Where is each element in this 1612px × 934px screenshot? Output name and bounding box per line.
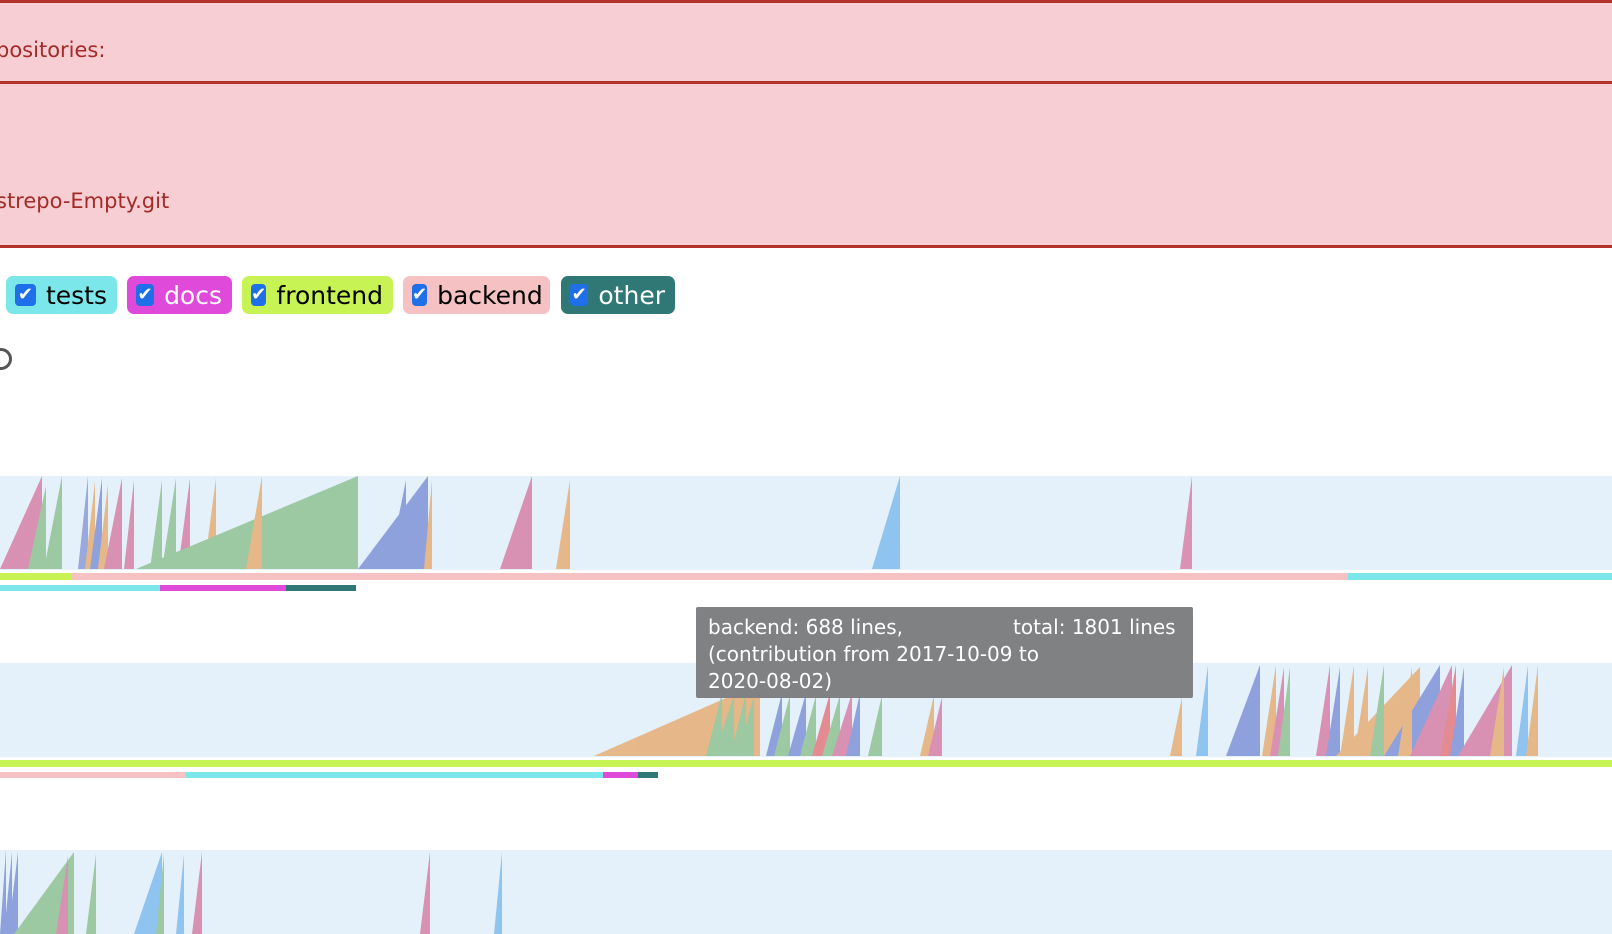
github-icon[interactable] (0, 348, 12, 370)
ramp-slice (44, 476, 62, 569)
ramp-slice (1316, 665, 1330, 756)
filter-frontend[interactable]: ✔ frontend (242, 276, 393, 314)
file-type-bar-frontend[interactable] (0, 760, 1612, 767)
ramp-slice (872, 476, 900, 569)
ramp-chart (0, 476, 1612, 570)
checkbox-checked-icon[interactable]: ✔ (412, 284, 428, 306)
ramp-slice (868, 695, 882, 756)
ramp-slice (78, 476, 88, 569)
checkbox-checked-icon[interactable]: ✔ (251, 284, 267, 306)
contribution-bar-other[interactable] (286, 585, 356, 591)
contribution-bar-docs[interactable] (603, 772, 638, 778)
file-type-bar-frontend[interactable] (0, 573, 72, 580)
ramp-slice (420, 852, 430, 934)
error-message-repo-url: strepo-Empty.git (0, 81, 1612, 248)
ramp-slice (1180, 476, 1192, 569)
file-type-bar-tests[interactable] (1348, 573, 1612, 580)
file-type-bar-backend[interactable] (72, 573, 1348, 580)
filter-label: tests (45, 280, 107, 310)
filter-label: backend (437, 280, 543, 310)
error-text: positories: (0, 38, 106, 62)
error-message-repositories: positories: (0, 0, 1612, 84)
tooltip-line: (contribution from 2017-10-09 to (708, 642, 1039, 666)
filter-label: frontend (276, 280, 383, 310)
tooltip-line: 2020-08-02) (708, 669, 833, 693)
checkbox-checked-icon[interactable]: ✔ (570, 284, 589, 306)
ramp-slice (1516, 665, 1528, 756)
ramp-slice (388, 480, 406, 569)
ramp-chart (0, 850, 1612, 934)
ramp-slice (1196, 665, 1208, 756)
ramp-chart-svg (0, 850, 502, 934)
ramp-slice (0, 850, 6, 934)
filter-backend[interactable]: ✔ backend (403, 276, 550, 314)
filter-label: docs (164, 280, 222, 310)
ramp-slice (176, 854, 184, 934)
tooltip-total: total: 1801 lines (1013, 615, 1176, 639)
error-text: strepo-Empty.git (0, 189, 170, 213)
ramp-slice (556, 480, 570, 569)
ramp-chart-svg (0, 476, 1192, 569)
filter-label: other (598, 280, 665, 310)
filter-docs[interactable]: ✔ docs (127, 276, 232, 314)
ramp-slice (86, 854, 96, 934)
ramp-slice (1226, 665, 1260, 756)
contribution-bar-backend[interactable] (0, 772, 186, 778)
ramp-slice (1170, 697, 1182, 756)
filter-other[interactable]: ✔ other (561, 276, 675, 314)
ramp-slice (150, 480, 162, 569)
contribution-bar-other[interactable] (638, 772, 658, 778)
checkbox-checked-icon[interactable]: ✔ (15, 284, 36, 306)
contribution-bar-docs[interactable] (160, 585, 286, 591)
contribution-bar-tests[interactable] (186, 772, 603, 778)
checkbox-checked-icon[interactable]: ✔ (136, 284, 155, 306)
ramp-slice (500, 476, 532, 569)
contribution-bar-tests[interactable] (0, 585, 160, 591)
contribution-tooltip: backend: 688 lines, total: 1801 lines (c… (696, 607, 1193, 698)
ramp-slice (124, 480, 134, 569)
ramp-slice (192, 852, 202, 934)
filter-tests[interactable]: ✔ tests (6, 276, 117, 314)
ramp-slice (494, 852, 502, 934)
